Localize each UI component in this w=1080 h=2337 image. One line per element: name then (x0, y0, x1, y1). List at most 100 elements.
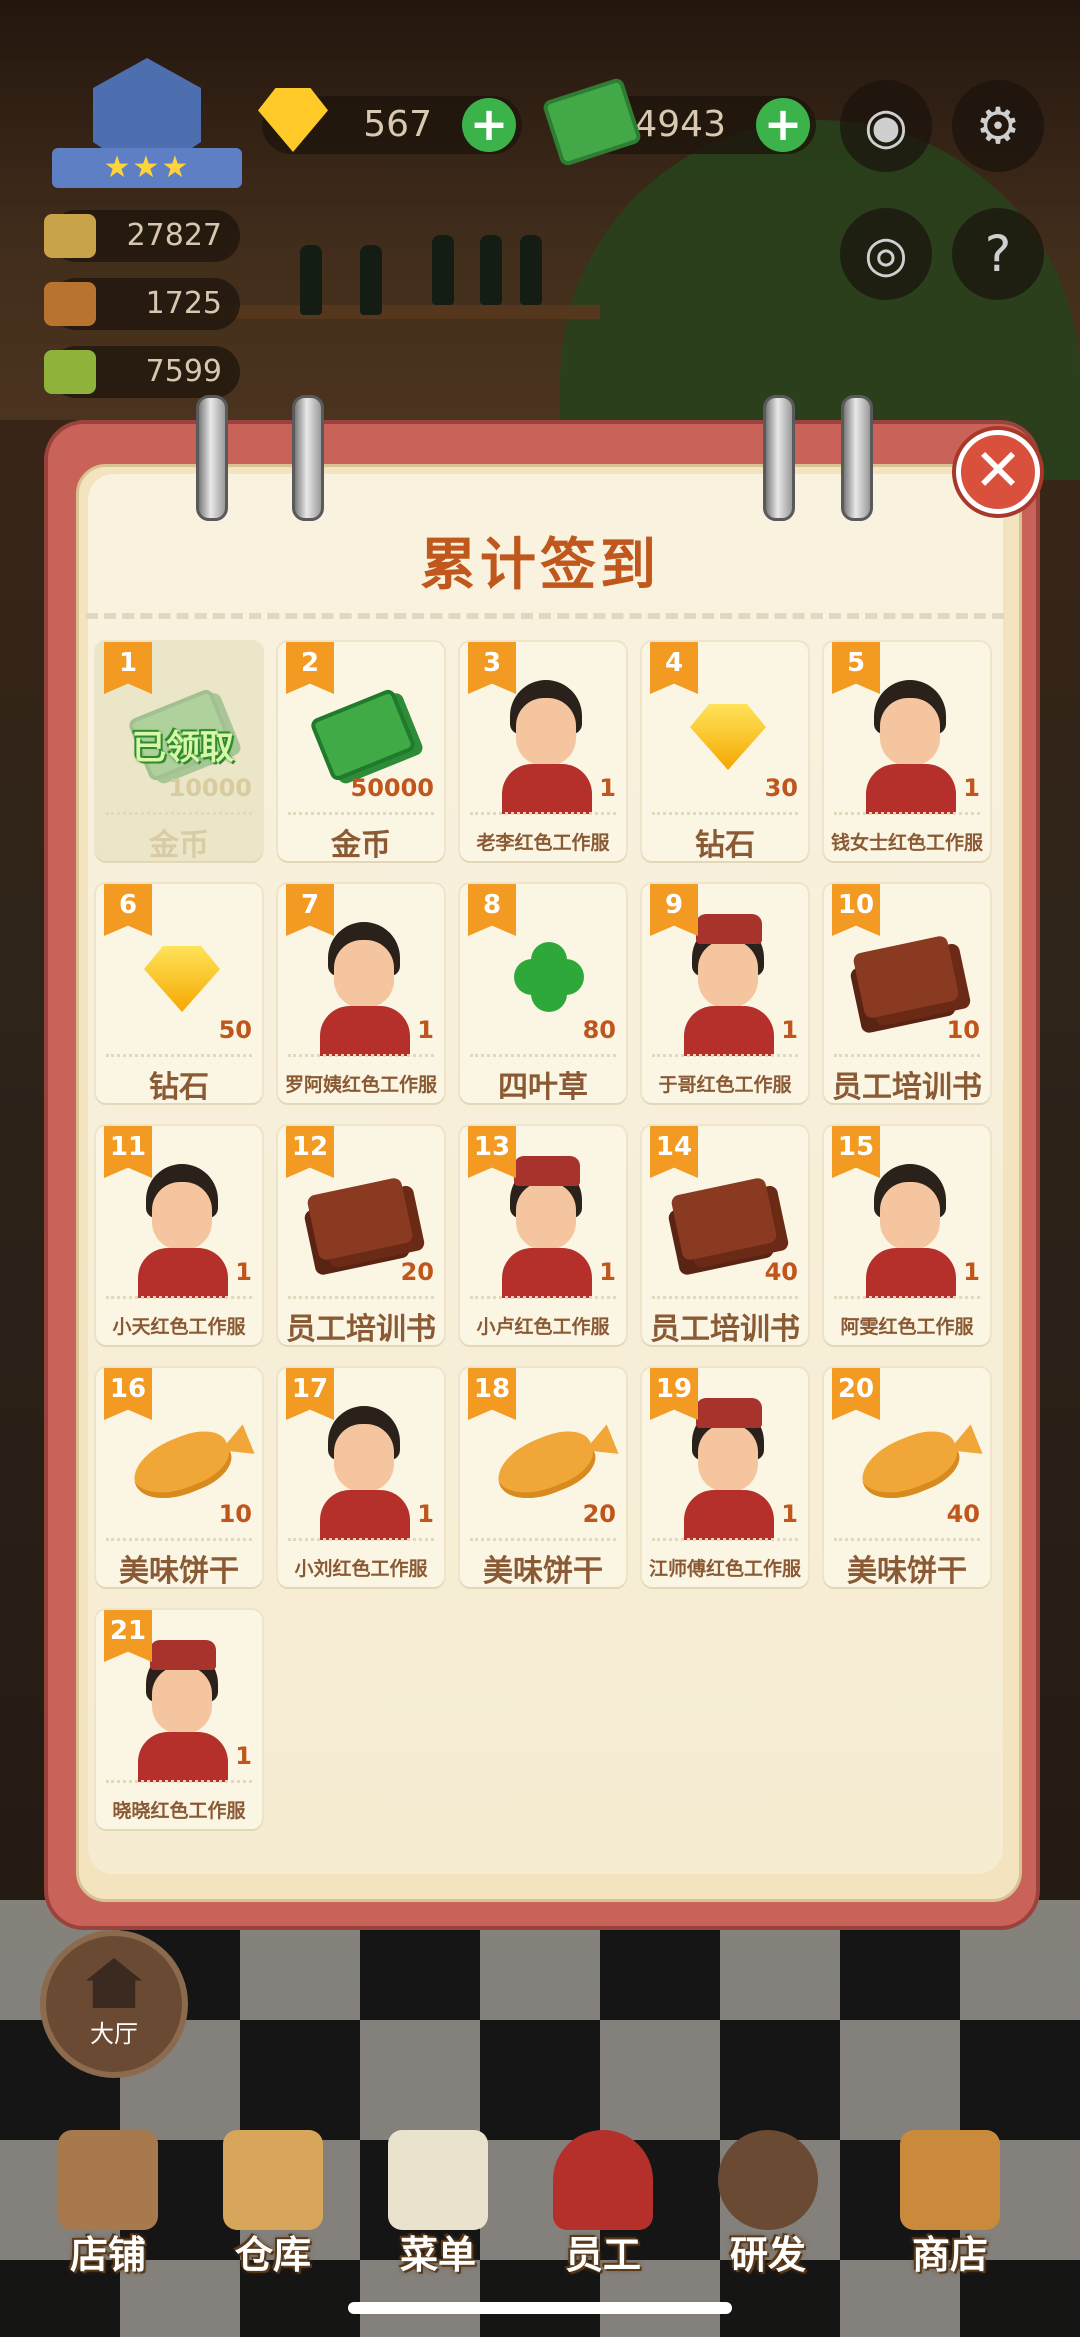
reward-card[interactable]: 12 20 员工培训书 (278, 1126, 444, 1345)
reward-card[interactable]: 6 50 钻石 (96, 884, 262, 1103)
gear-icon: ⚙ (975, 97, 1021, 155)
reward-card[interactable]: 8 80 四叶草 (460, 884, 626, 1103)
stat-value: 1725 (145, 286, 222, 321)
claimed-label: 已领取 (132, 728, 234, 768)
close-icon: ✕ (973, 436, 1023, 504)
nav-research[interactable]: 研发 (688, 2120, 848, 2280)
card-divider (652, 1296, 798, 1299)
card-divider (834, 1296, 980, 1299)
staff-avatar-icon (132, 1640, 232, 1782)
reward-name: 钻石 (149, 1070, 209, 1103)
clover-icon (514, 942, 584, 1012)
gem-count: 567 (363, 104, 432, 145)
reward-quantity: 40 (764, 1258, 798, 1286)
nav-warehouse[interactable]: 仓库 (193, 2120, 353, 2280)
reward-card[interactable]: 17 1 小刘红色工作服 (278, 1368, 444, 1587)
reward-card[interactable]: 21 1 晓晓红色工作服 (96, 1610, 262, 1829)
card-divider (106, 1054, 252, 1057)
reward-card[interactable]: 5 1 钱女士红色工作服 (824, 642, 990, 861)
diamond-icon (690, 704, 766, 770)
close-button[interactable]: ✕ (956, 430, 1040, 514)
nav-label: 店铺 (69, 2233, 146, 2277)
stat-value: 7599 (145, 354, 222, 389)
reward-quantity: 1 (781, 1500, 798, 1528)
cooking-pot-icon (718, 2130, 818, 2230)
reward-name: 于哥红色工作服 (658, 1074, 792, 1096)
reward-card[interactable]: 10 10 员工培训书 (824, 884, 990, 1103)
add-gems-button[interactable]: + (462, 98, 516, 152)
reward-card[interactable]: 18 20 美味饼干 (460, 1368, 626, 1587)
reward-quantity: 20 (400, 1258, 434, 1286)
help-book-button[interactable]: ? (952, 208, 1044, 300)
settings-button[interactable]: ⚙ (952, 80, 1044, 172)
camera-icon: ◉ (864, 97, 908, 155)
nav-staff[interactable]: 员工 (523, 2120, 683, 2280)
reward-card[interactable]: 7 1 罗阿姨红色工作服 (278, 884, 444, 1103)
reward-card[interactable]: 16 10 美味饼干 (96, 1368, 262, 1587)
reward-name: 金币 (149, 828, 209, 861)
title-divider (86, 613, 1004, 619)
training-book-icon (670, 1176, 778, 1262)
staff-icon (553, 2130, 653, 2230)
nav-menu[interactable]: 菜单 (358, 2120, 518, 2280)
trophy-icon (44, 214, 96, 258)
reward-quantity: 20 (582, 1500, 616, 1528)
clipboard-icon (388, 2130, 488, 2230)
reward-card[interactable]: 4 30 钻石 (642, 642, 808, 861)
reward-card[interactable]: 13 1 小卢红色工作服 (460, 1126, 626, 1345)
reward-quantity: 50000 (350, 774, 435, 802)
reward-quantity: 10 (946, 1016, 980, 1044)
card-divider (106, 812, 252, 815)
binder-ring (841, 395, 873, 521)
crate-icon (223, 2130, 323, 2230)
reward-quantity: 1 (235, 1258, 252, 1286)
reward-card[interactable]: 9 1 于哥红色工作服 (642, 884, 808, 1103)
card-divider (652, 1054, 798, 1057)
reward-card[interactable]: 19 1 江师傅红色工作服 (642, 1368, 808, 1587)
nav-label: 菜单 (399, 2233, 476, 2277)
reward-name: 老李红色工作服 (476, 832, 610, 854)
nav-store[interactable]: 商店 (870, 2120, 1030, 2280)
training-book-icon (306, 1176, 414, 1262)
fish-cookie-icon (125, 1421, 239, 1511)
binder-ring (292, 395, 324, 521)
training-book-icon (852, 934, 960, 1020)
home-indicator[interactable] (348, 2302, 732, 2314)
reward-quantity: 1 (417, 1016, 434, 1044)
card-divider (470, 812, 616, 815)
add-cash-button[interactable]: + (756, 98, 810, 152)
reward-name: 金币 (331, 828, 391, 861)
reward-card[interactable]: 11 1 小天红色工作服 (96, 1126, 262, 1345)
ticket-icon (44, 350, 96, 394)
reward-name: 员工培训书 (832, 1070, 982, 1103)
reward-card[interactable]: 3 1 老李红色工作服 (460, 642, 626, 861)
store-icon (900, 2130, 1000, 2230)
camera-button[interactable]: ◉ (840, 80, 932, 172)
reward-name: 江师傅红色工作服 (648, 1558, 801, 1580)
rank-stars: ★★★ (103, 150, 191, 185)
reward-card[interactable]: 14 40 员工培训书 (642, 1126, 808, 1345)
reward-card[interactable]: 15 1 阿雯红色工作服 (824, 1126, 990, 1345)
eye-icon: ◎ (864, 225, 908, 283)
nav-shop-front[interactable]: 店铺 (28, 2120, 188, 2280)
hall-label: 大厅 (90, 2020, 138, 2048)
staff-avatar-icon (496, 1156, 596, 1298)
reward-card[interactable]: 20 40 美味饼干 (824, 1368, 990, 1587)
reward-name: 美味饼干 (119, 1554, 239, 1587)
card-divider (652, 1538, 798, 1541)
reward-name: 小天红色工作服 (112, 1316, 246, 1338)
reward-name: 阿雯红色工作服 (840, 1316, 974, 1338)
hall-button[interactable]: 大厅 (40, 1930, 188, 2078)
modal-title: 累计签到 (420, 533, 660, 598)
view-button[interactable]: ◎ (840, 208, 932, 300)
reward-card[interactable]: 2 50000 金币 (278, 642, 444, 861)
fish-cookie-icon (853, 1421, 967, 1511)
reward-card[interactable]: 1 10000 已领取 金币 (96, 642, 262, 861)
reward-quantity: 1 (963, 774, 980, 802)
card-divider (288, 1538, 434, 1541)
stat-ticket: 7599 (44, 346, 240, 398)
reward-name: 员工培训书 (286, 1312, 436, 1345)
player-rank-badge[interactable]: ★★★ (52, 58, 242, 198)
card-divider (288, 1296, 434, 1299)
card-divider (470, 1538, 616, 1541)
